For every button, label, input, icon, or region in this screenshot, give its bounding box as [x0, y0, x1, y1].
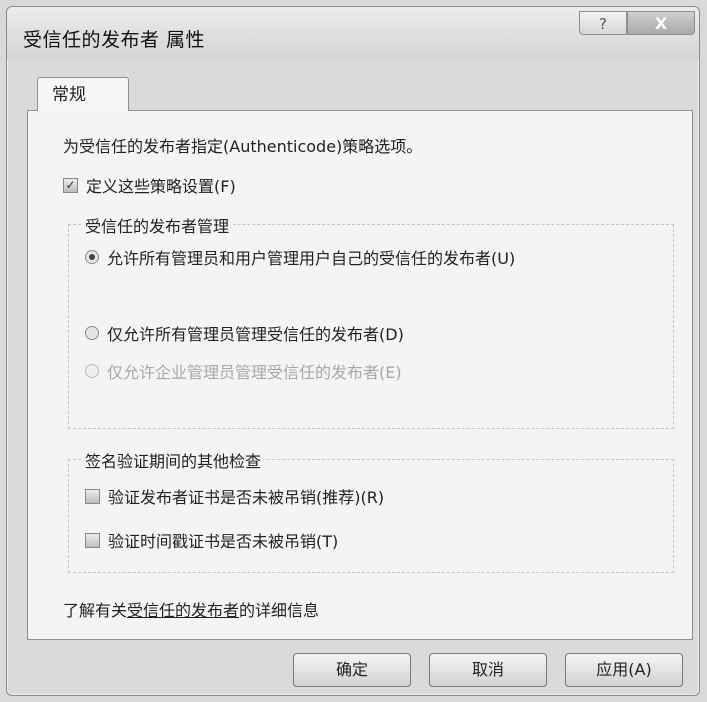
tab-general[interactable]: 常规: [37, 77, 129, 111]
radio-row-enterprise-admins: 仅允许企业管理员管理受信任的发布者(E): [85, 359, 402, 383]
verify-publisher-cert-row[interactable]: 验证发布者证书是否未被吊销(推荐)(R): [85, 484, 384, 508]
learn-more-text: 了解有关受信任的发布者的详细信息: [63, 597, 319, 621]
radio-enterprise-admins: [85, 364, 99, 378]
policy-description: 为受信任的发布者指定(Authenticode)策略选项。: [63, 137, 423, 156]
apply-button[interactable]: 应用(A): [565, 653, 683, 687]
verify-publisher-cert-checkbox[interactable]: [85, 488, 100, 504]
general-tab-panel: 为受信任的发布者指定(Authenticode)策略选项。 ✓ 定义这些策略设置…: [27, 110, 693, 640]
define-policy-checkbox[interactable]: ✓: [63, 177, 78, 193]
publisher-management-legend: 受信任的发布者管理: [81, 213, 234, 237]
radio-admins-only[interactable]: [85, 326, 99, 340]
window-title: 受信任的发布者 属性: [23, 29, 206, 51]
radio-row-all-users[interactable]: 允许所有管理员和用户管理用户自己的受信任的发布者(U): [85, 245, 515, 269]
trusted-publishers-link[interactable]: 受信任的发布者: [127, 601, 239, 620]
radio-enterprise-admins-label: 仅允许企业管理员管理受信任的发布者(E): [107, 363, 402, 382]
learn-more-prefix: 了解有关: [63, 601, 128, 620]
radio-row-admins-only[interactable]: 仅允许所有管理员管理受信任的发布者(D): [85, 321, 404, 345]
cancel-button[interactable]: 取消: [429, 653, 547, 687]
verify-timestamp-cert-row[interactable]: 验证时间戳证书是否未被吊销(T): [85, 528, 338, 552]
radio-all-users[interactable]: [85, 250, 99, 264]
close-button[interactable]: X: [627, 11, 695, 35]
publisher-management-group: 受信任的发布者管理 允许所有管理员和用户管理用户自己的受信任的发布者(U) 仅允…: [68, 213, 674, 429]
properties-dialog: 受信任的发布者 属性 ? X 常规 为受信任的发布者指定(Authenticod…: [6, 6, 700, 696]
define-policy-checkbox-row[interactable]: ✓ 定义这些策略设置(F): [63, 173, 236, 197]
define-policy-label: 定义这些策略设置(F): [86, 177, 236, 196]
verify-timestamp-cert-label: 验证时间戳证书是否未被吊销(T): [108, 532, 339, 551]
radio-all-users-label: 允许所有管理员和用户管理用户自己的受信任的发布者(U): [107, 249, 516, 268]
ok-button[interactable]: 确定: [293, 653, 411, 687]
signature-verification-legend: 签名验证期间的其他检查: [81, 448, 266, 472]
radio-admins-only-label: 仅允许所有管理员管理受信任的发布者(D): [107, 325, 404, 344]
signature-verification-group: 签名验证期间的其他检查 验证发布者证书是否未被吊销(推荐)(R) 验证时间戳证书…: [68, 448, 674, 573]
verify-timestamp-cert-checkbox[interactable]: [85, 532, 100, 548]
title-bar[interactable]: 受信任的发布者 属性 ? X: [7, 7, 699, 59]
help-button[interactable]: ?: [579, 11, 627, 35]
learn-more-suffix: 的详细信息: [239, 601, 320, 620]
verify-publisher-cert-label: 验证发布者证书是否未被吊销(推荐)(R): [108, 488, 385, 507]
